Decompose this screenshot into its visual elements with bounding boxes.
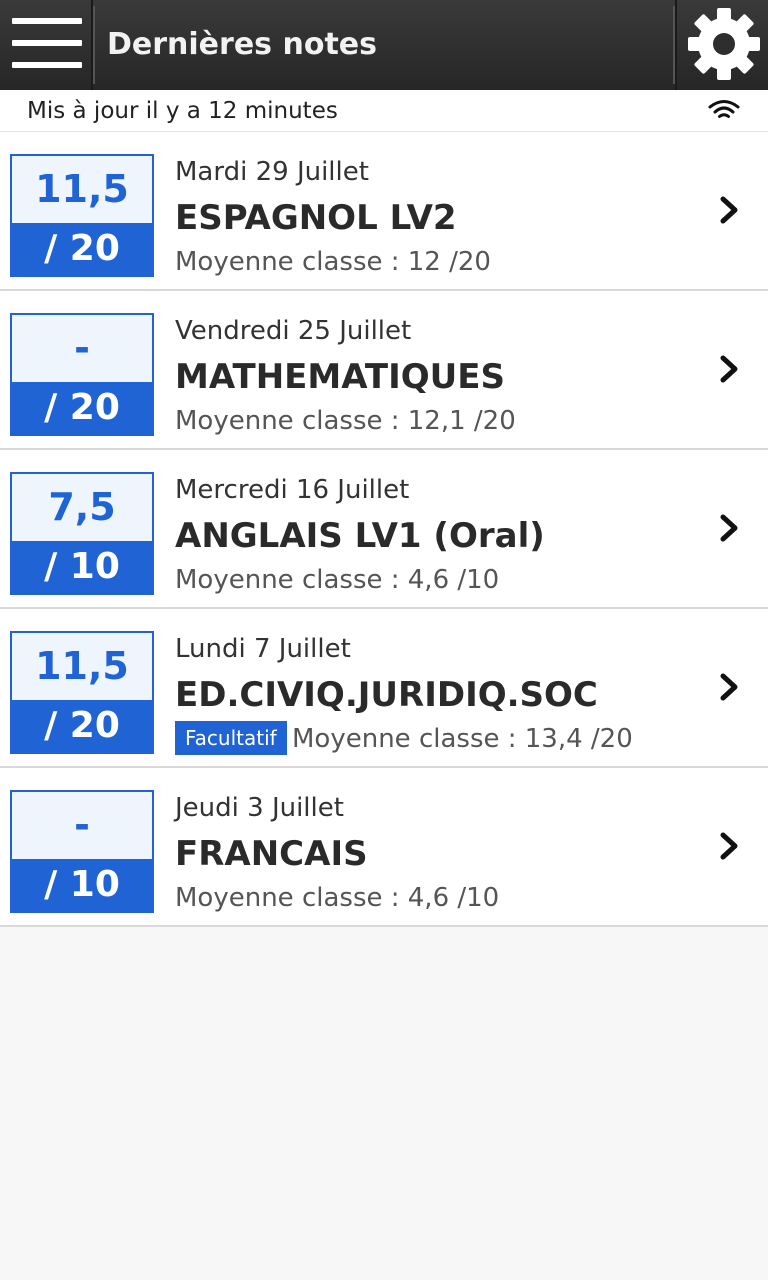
grade-date: Jeudi 3 Juillet <box>175 793 344 823</box>
class-average: Moyenne classe : 12 /20 <box>175 247 491 277</box>
grade-row[interactable]: 7,5 / 10 Mercredi 16 Juillet ANGLAIS LV1… <box>0 450 768 609</box>
menu-button[interactable] <box>0 0 93 90</box>
page-title: Dernières notes <box>107 27 377 62</box>
grade-row[interactable]: - / 10 Jeudi 3 Juillet FRANCAIS Moyenne … <box>0 768 768 927</box>
grade-subject: ED.CIVIQ.JURIDIQ.SOC <box>175 675 598 715</box>
settings-button[interactable] <box>673 0 768 90</box>
grade-box: 11,5 / 20 <box>10 631 154 754</box>
class-average: Moyenne classe : 12,1 /20 <box>175 406 516 436</box>
chevron-right-icon <box>720 514 738 542</box>
grade-row[interactable]: - / 20 Vendredi 25 Juillet MATHEMATIQUES… <box>0 291 768 450</box>
grade-row[interactable]: 11,5 / 20 Mardi 29 Juillet ESPAGNOL LV2 … <box>0 132 768 291</box>
grade-box: - / 20 <box>10 313 154 436</box>
grade-max: / 10 <box>12 541 152 593</box>
app-root: Dernières notes Mis à jour il y a 12 min… <box>0 0 768 1280</box>
grade-date: Lundi 7 Juillet <box>175 634 351 664</box>
grade-score: 11,5 <box>35 167 129 211</box>
grades-list: 11,5 / 20 Mardi 29 Juillet ESPAGNOL LV2 … <box>0 132 768 927</box>
topbar-divider <box>93 6 95 84</box>
class-average: Moyenne classe : 13,4 /20 <box>292 724 633 754</box>
chevron-right-icon <box>720 673 738 701</box>
grade-score: 7,5 <box>48 485 116 529</box>
grade-max: / 10 <box>12 859 152 911</box>
wifi-icon <box>708 100 740 118</box>
grade-box: 11,5 / 20 <box>10 154 154 277</box>
gear-icon <box>688 8 760 80</box>
sync-status-bar: Mis à jour il y a 12 minutes <box>0 90 768 132</box>
grade-score: - <box>74 326 90 370</box>
grade-subject: ESPAGNOL LV2 <box>175 198 457 238</box>
grade-date: Mardi 29 Juillet <box>175 157 369 187</box>
grade-subject: ANGLAIS LV1 (Oral) <box>175 516 545 556</box>
class-average: Moyenne classe : 4,6 /10 <box>175 565 500 595</box>
grade-max: / 20 <box>12 700 152 752</box>
optional-badge: Facultatif <box>175 721 287 755</box>
last-updated-text: Mis à jour il y a 12 minutes <box>27 98 338 124</box>
grade-box: 7,5 / 10 <box>10 472 154 595</box>
grade-max: / 20 <box>12 382 152 434</box>
grade-score: 11,5 <box>35 644 129 688</box>
grade-subject: MATHEMATIQUES <box>175 357 505 397</box>
grade-date: Vendredi 25 Juillet <box>175 316 412 346</box>
chevron-right-icon <box>720 355 738 383</box>
chevron-right-icon <box>720 832 738 860</box>
top-bar: Dernières notes <box>0 0 768 90</box>
grade-score: - <box>74 803 90 847</box>
grade-row[interactable]: 11,5 / 20 Lundi 7 Juillet ED.CIVIQ.JURID… <box>0 609 768 768</box>
class-average: Moyenne classe : 4,6 /10 <box>175 883 500 913</box>
grade-max: / 20 <box>12 223 152 275</box>
chevron-right-icon <box>720 196 738 224</box>
grade-date: Mercredi 16 Juillet <box>175 475 410 505</box>
grade-box: - / 10 <box>10 790 154 913</box>
grade-subject: FRANCAIS <box>175 834 368 874</box>
